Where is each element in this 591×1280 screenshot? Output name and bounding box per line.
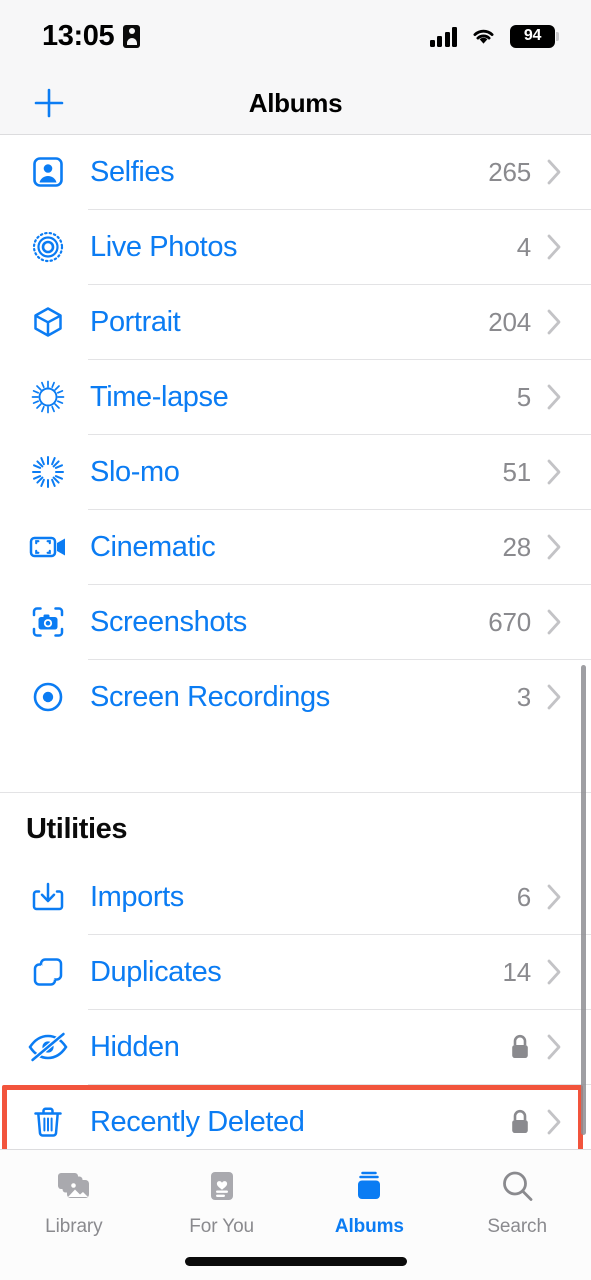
- imports-icon: [26, 877, 70, 917]
- albums-icon: [349, 1164, 389, 1208]
- album-row-recently-deleted[interactable]: Recently Deleted: [0, 1085, 591, 1149]
- section-gap: [0, 734, 591, 792]
- hidden-icon: [26, 1027, 70, 1067]
- chevron-right-icon: [545, 682, 565, 712]
- album-row-live-photos[interactable]: Live Photos 4: [0, 210, 591, 284]
- album-label: Screen Recordings: [90, 680, 330, 713]
- contact-card-icon: [123, 24, 141, 48]
- screenshots-icon: [26, 602, 70, 642]
- for-you-icon: [202, 1164, 242, 1208]
- album-count: 204: [488, 306, 531, 337]
- status-bar-left: 13:05: [42, 19, 141, 53]
- status-bar-clock: 13:05: [42, 19, 115, 52]
- album-row-duplicates[interactable]: Duplicates 14: [0, 935, 591, 1009]
- search-icon: [497, 1164, 537, 1208]
- photos-albums-screen: 13:05 94 Albums Selfies 265 Live Photos …: [0, 0, 591, 1280]
- status-bar: 13:05 94: [0, 0, 591, 72]
- chevron-right-icon: [545, 532, 565, 562]
- tab-label: Library: [45, 1216, 103, 1237]
- album-label: Duplicates: [90, 955, 222, 988]
- album-count: 28: [502, 531, 531, 562]
- album-count: 4: [516, 231, 531, 262]
- wifi-icon: [473, 29, 494, 44]
- trash-icon: [26, 1102, 70, 1142]
- album-label: Live Photos: [90, 230, 238, 263]
- album-row-selfies[interactable]: Selfies 265: [0, 135, 591, 209]
- album-count: 670: [488, 606, 531, 637]
- chevron-right-icon: [545, 882, 565, 912]
- chevron-right-icon: [545, 1032, 565, 1062]
- album-label: Recently Deleted: [90, 1105, 305, 1138]
- album-label: Cinematic: [90, 530, 216, 563]
- lock-icon: [509, 1108, 531, 1136]
- slo-mo-icon: [26, 452, 70, 492]
- chevron-right-icon: [545, 157, 565, 187]
- selfies-icon: [26, 152, 70, 192]
- album-label: Imports: [90, 880, 184, 913]
- tab-label: For You: [189, 1216, 255, 1237]
- chevron-right-icon: [545, 1107, 565, 1137]
- cellular-signal-icon: [429, 26, 457, 47]
- album-count: 51: [502, 456, 531, 487]
- screen-recordings-icon: [26, 677, 70, 717]
- duplicates-icon: [26, 952, 70, 992]
- chevron-right-icon: [545, 307, 565, 337]
- album-label: Screenshots: [90, 605, 247, 638]
- tab-bar: Library For You Albums Search: [0, 1149, 591, 1280]
- library-icon: [53, 1164, 95, 1208]
- chevron-right-icon: [545, 607, 565, 637]
- album-label: Portrait: [90, 305, 181, 338]
- navigation-bar: Albums: [0, 72, 591, 135]
- time-lapse-icon: [26, 377, 70, 417]
- cinematic-icon: [26, 527, 70, 567]
- chevron-right-icon: [545, 382, 565, 412]
- page-title: Albums: [248, 87, 343, 118]
- chevron-right-icon: [545, 457, 565, 487]
- album-row-portrait[interactable]: Portrait 204: [0, 285, 591, 359]
- tab-library[interactable]: Library: [0, 1164, 148, 1238]
- albums-list[interactable]: Selfies 265 Live Photos 4 Portrait 204 T…: [0, 135, 591, 1149]
- tab-label: Albums: [334, 1216, 404, 1237]
- battery-level: 94: [523, 27, 542, 44]
- live-photos-icon: [26, 227, 70, 267]
- album-count: 14: [502, 956, 531, 987]
- home-indicator: [184, 1257, 407, 1266]
- chevron-right-icon: [545, 232, 565, 262]
- plus-icon: [34, 88, 64, 118]
- album-row-slo-mo[interactable]: Slo-mo 51: [0, 435, 591, 509]
- tab-albums[interactable]: Albums: [296, 1164, 444, 1238]
- tab-search[interactable]: Search: [443, 1164, 591, 1238]
- add-album-button[interactable]: [27, 81, 71, 125]
- tab-label: Search: [487, 1216, 547, 1237]
- album-label: Hidden: [90, 1030, 180, 1063]
- album-row-hidden[interactable]: Hidden: [0, 1010, 591, 1084]
- album-count: 3: [516, 681, 531, 712]
- section-header-utilities: Utilities: [26, 813, 128, 845]
- album-count: 265: [488, 156, 531, 187]
- battery-indicator: 94: [510, 24, 559, 48]
- chevron-right-icon: [545, 957, 565, 987]
- album-label: Selfies: [90, 155, 175, 188]
- album-label: Slo-mo: [90, 455, 180, 488]
- tab-for-you[interactable]: For You: [148, 1164, 296, 1238]
- album-row-screen-recordings[interactable]: Screen Recordings 3: [0, 660, 591, 734]
- album-row-cinematic[interactable]: Cinematic 28: [0, 510, 591, 584]
- album-count: 6: [516, 881, 531, 912]
- lock-icon: [509, 1033, 531, 1061]
- status-bar-right: 94: [429, 24, 559, 48]
- portrait-icon: [26, 302, 70, 342]
- album-row-time-lapse[interactable]: Time-lapse 5: [0, 360, 591, 434]
- album-row-imports[interactable]: Imports 6: [0, 860, 591, 934]
- album-label: Time-lapse: [90, 380, 229, 413]
- vertical-scrollbar[interactable]: [581, 665, 586, 1135]
- album-row-screenshots[interactable]: Screenshots 670: [0, 585, 591, 659]
- album-count: 5: [516, 381, 531, 412]
